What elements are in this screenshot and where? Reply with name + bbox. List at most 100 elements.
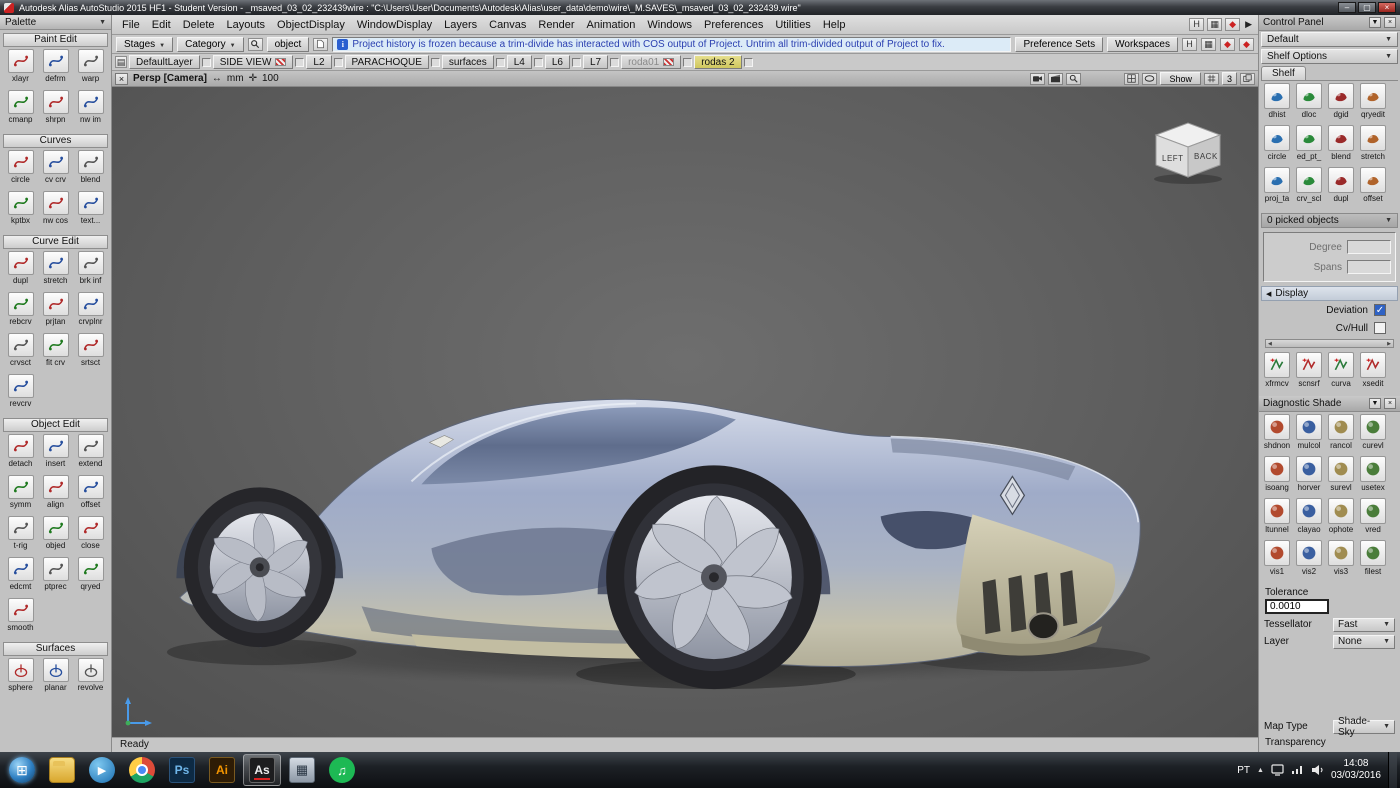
shade-tool-ltunnel[interactable]: ltunnel [1261, 498, 1293, 540]
tool-kptbx[interactable]: kptbx [3, 191, 38, 232]
shelf-tool-dgid[interactable]: dgid [1325, 83, 1357, 125]
tool-objed[interactable]: objed [38, 516, 73, 557]
collapse-icon[interactable]: ▼ [1369, 17, 1381, 28]
layer-tab-l2[interactable]: L2 [306, 55, 331, 69]
zoom-magnifier-icon[interactable] [1066, 73, 1081, 85]
layer-tab-l6[interactable]: L6 [545, 55, 570, 69]
layer-check-side-view[interactable] [295, 58, 304, 67]
tool-xlayr[interactable]: xlayr [3, 49, 38, 90]
volume-tray-icon[interactable] [1311, 764, 1324, 776]
viewport-close-icon[interactable]: × [115, 73, 128, 85]
layer-check-parachoque[interactable] [431, 58, 440, 67]
shade-tool-usetex[interactable]: usetex [1357, 456, 1389, 498]
tab-shelf[interactable]: Shelf [1261, 66, 1306, 80]
rear-wheel[interactable] [606, 465, 822, 689]
tool-nw-cos[interactable]: nw cos [38, 191, 73, 232]
tool-fit-crv[interactable]: fit crv [38, 333, 73, 374]
tool-stretch[interactable]: stretch [38, 251, 73, 292]
shelf-tool-dupl[interactable]: dupl [1325, 167, 1357, 209]
show-desktop-button[interactable] [1388, 752, 1397, 788]
shelf-tool-dhist[interactable]: dhist [1261, 83, 1293, 125]
tool-edcmt[interactable]: edcmt [3, 557, 38, 598]
language-indicator[interactable]: PT [1237, 765, 1250, 776]
section-header-paint-edit[interactable]: Paint Edit [3, 33, 108, 47]
horizontal-scrollbar[interactable]: ◀▶ [1265, 339, 1394, 348]
spans-field[interactable] [1347, 260, 1391, 274]
tool-qryed[interactable]: qryed [73, 557, 108, 598]
layer-check-l2[interactable] [334, 58, 343, 67]
picked-objects-bar[interactable]: 0 picked objects ▼ [1261, 213, 1398, 228]
layer-tab-roda01[interactable]: roda01 [621, 55, 681, 69]
layer-tab-surfaces[interactable]: surfaces [442, 55, 494, 69]
document-icon[interactable] [313, 38, 328, 51]
tool-insert[interactable]: insert [38, 434, 73, 475]
layer-tab-l7[interactable]: L7 [583, 55, 608, 69]
shelf-tool-crv-scl[interactable]: crv_scl [1293, 167, 1325, 209]
taskbar-chrome[interactable] [123, 754, 161, 786]
shade-tool-rancol[interactable]: rancol [1325, 414, 1357, 456]
category-button[interactable]: Category [177, 37, 244, 52]
tool-t-rig[interactable]: t-rig [3, 516, 38, 557]
section-header-object-edit[interactable]: Object Edit [3, 418, 108, 432]
stages-button[interactable]: Stages [116, 37, 173, 52]
ellipse-select-icon[interactable] [1142, 73, 1157, 85]
hotbox-icon[interactable]: H [1182, 38, 1197, 51]
shade-tool-surevl[interactable]: surevl [1325, 456, 1357, 498]
tool-shrpn[interactable]: shrpn [38, 90, 73, 131]
cp-tool-xsedit[interactable]: xsedit [1357, 352, 1389, 394]
marking-menu-icon[interactable]: ▦ [1207, 18, 1222, 31]
tool-text[interactable]: text... [73, 191, 108, 232]
shade-tool-filest[interactable]: filest [1357, 540, 1389, 582]
shelf-set-dropdown[interactable]: Default ▼ [1261, 32, 1398, 47]
tool-nw-im[interactable]: nw im [73, 90, 108, 131]
tool-detach[interactable]: detach [3, 434, 38, 475]
menu-layers[interactable]: Layers [438, 17, 483, 33]
menu-render[interactable]: Render [532, 17, 580, 33]
tool-symm[interactable]: symm [3, 475, 38, 516]
tool-blend[interactable]: blend [73, 150, 108, 191]
tool-circle[interactable]: circle [3, 150, 38, 191]
expand-arrow-icon[interactable]: ▶ [1243, 19, 1254, 30]
grid-toggle-icon[interactable] [1204, 73, 1219, 85]
collapse-icon[interactable]: ▼ [1369, 398, 1381, 409]
shade-tool-shdnon[interactable]: shdnon [1261, 414, 1293, 456]
tool-align[interactable]: align [38, 475, 73, 516]
shelf-tool-qryedit[interactable]: qryedit [1357, 83, 1389, 125]
layer-check-defaultlayer[interactable] [202, 58, 211, 67]
shelf-tool-circle[interactable]: circle [1261, 125, 1293, 167]
panel-close-icon[interactable]: × [1384, 17, 1396, 28]
workspaces-button[interactable]: Workspaces [1107, 37, 1178, 52]
tool-offset[interactable]: offset [73, 475, 108, 516]
taskbar-start-button[interactable] [3, 754, 41, 786]
close-button[interactable]: × [1378, 2, 1396, 13]
layer-check-l7[interactable] [610, 58, 619, 67]
object-button[interactable]: object [267, 37, 310, 52]
tool-extend[interactable]: extend [73, 434, 108, 475]
tool-planar[interactable]: planar [38, 658, 73, 699]
display-section-header[interactable]: ◀ Display [1261, 286, 1398, 301]
tool-crvsct[interactable]: crvsct [3, 333, 38, 374]
section-header-surfaces[interactable]: Surfaces [3, 642, 108, 656]
tool-sphere[interactable]: sphere [3, 658, 38, 699]
diagnostic-shade-header[interactable]: Diagnostic Shade ▼ × [1259, 396, 1400, 412]
tool-rebcrv[interactable]: rebcrv [3, 292, 38, 333]
layer-check-surfaces[interactable] [496, 58, 505, 67]
shade-tool-ophote[interactable]: ophote [1325, 498, 1357, 540]
menu-file[interactable]: File [116, 17, 146, 33]
menu-utilities[interactable]: Utilities [769, 17, 816, 33]
layer-tab-parachoque[interactable]: PARACHOQUE [345, 55, 429, 69]
tolerance-field[interactable] [1265, 599, 1329, 614]
shade-tool-clayao[interactable]: clayao [1293, 498, 1325, 540]
pin-icon[interactable]: ◆ [1225, 18, 1240, 31]
viewport-camera-label[interactable]: Persp [Camera] [133, 73, 207, 84]
clapperboard-icon[interactable] [1048, 73, 1063, 85]
stacked-windows-icon[interactable] [1240, 73, 1255, 85]
layer-tab-side-view[interactable]: SIDE VIEW [213, 55, 294, 69]
taskbar-alias-autostudio[interactable]: As [243, 754, 281, 786]
layer-check-l6[interactable] [572, 58, 581, 67]
menu-layouts[interactable]: Layouts [221, 17, 272, 33]
layers-menu-icon[interactable]: ▤ [115, 56, 127, 68]
menu-windows[interactable]: Windows [641, 17, 698, 33]
shade-tool-vis3[interactable]: vis3 [1325, 540, 1357, 582]
display-tray-icon[interactable] [1271, 764, 1284, 776]
